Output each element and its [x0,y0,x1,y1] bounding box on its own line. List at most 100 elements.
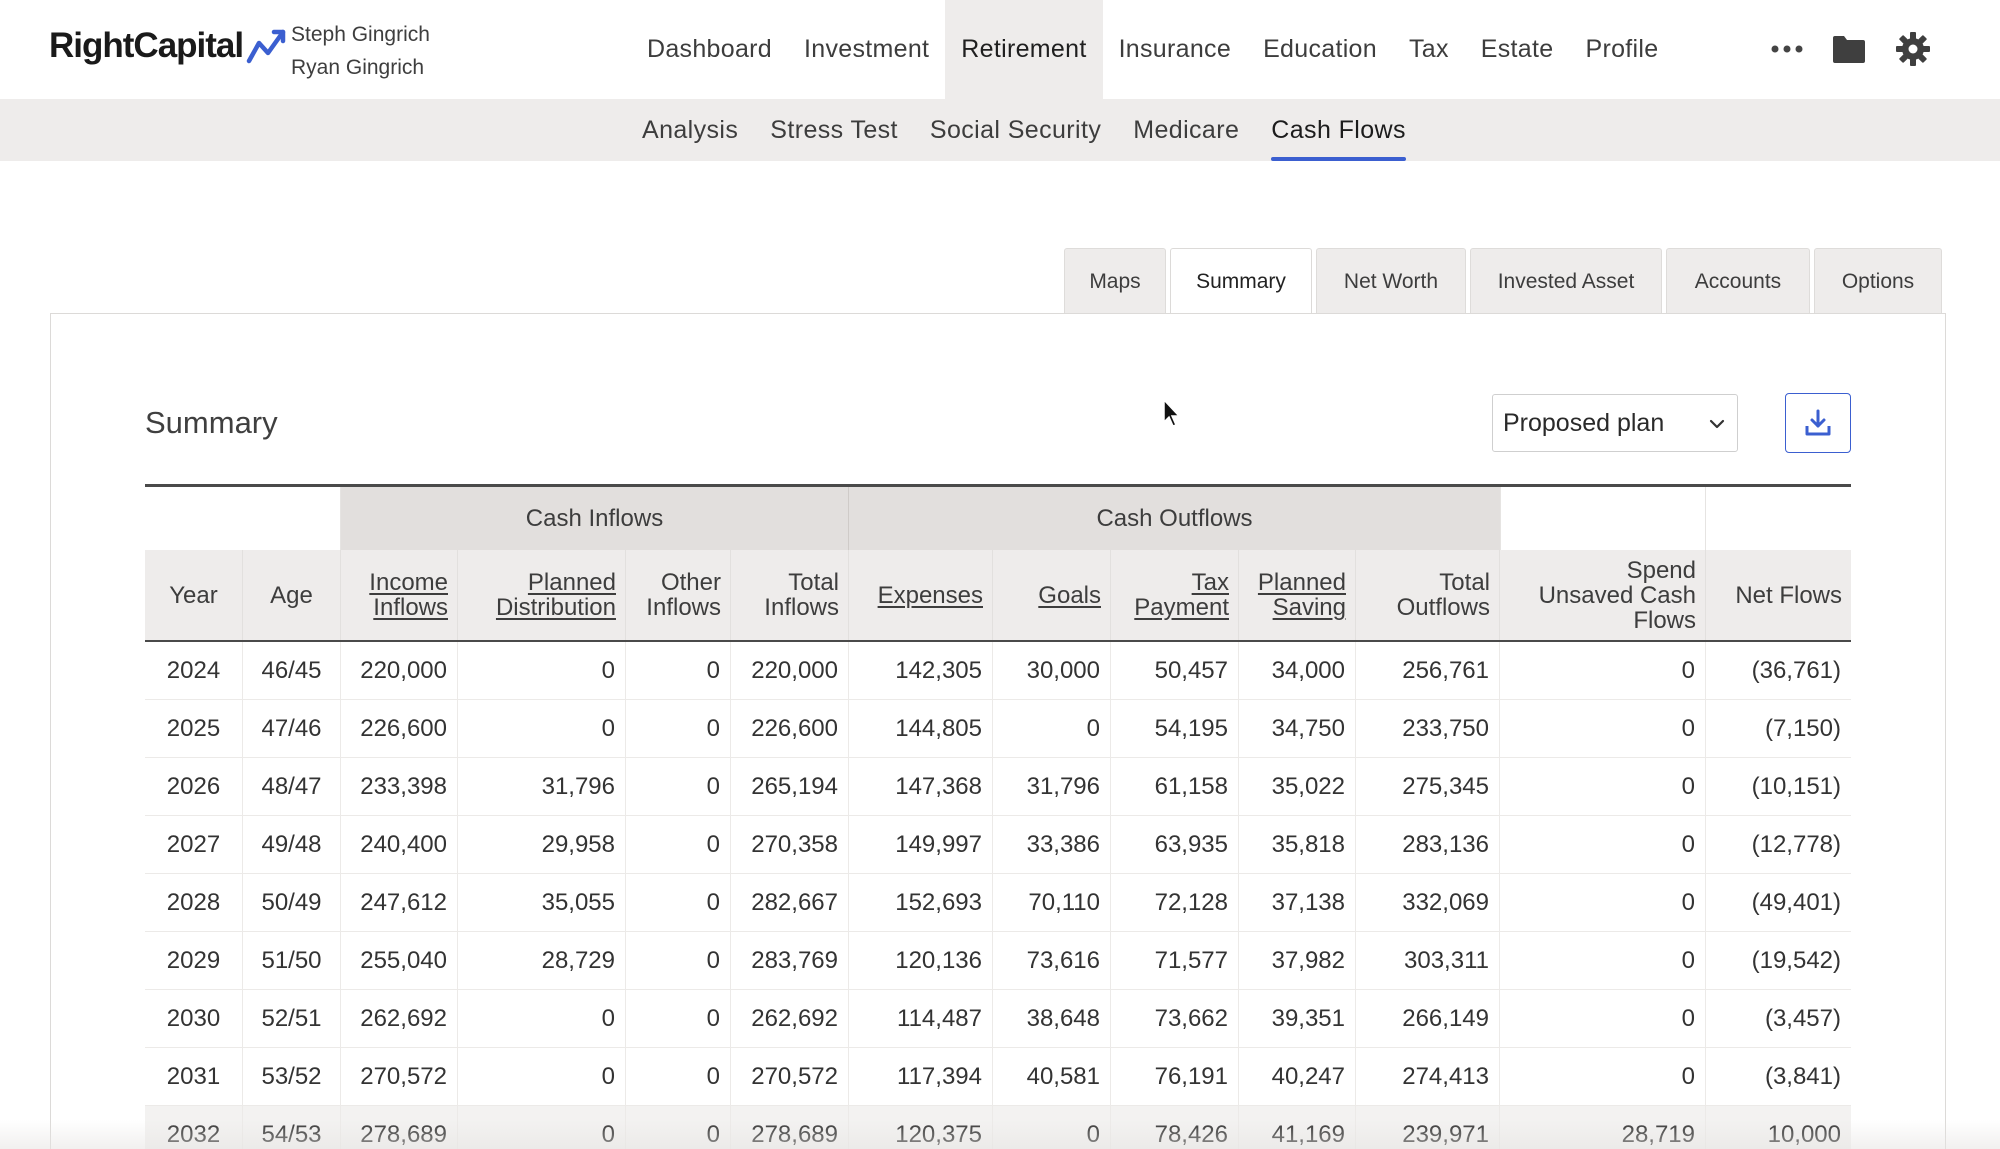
table-cell-expenses: 120,136 [849,932,993,989]
table-cell-planned-saving: 34,750 [1239,700,1356,757]
table-body: 2024 46/45 220,000 0 0 220,000 142,305 30,000 50… [145,642,1851,1149]
table-cell-total-outflows: 256,761 [1356,642,1500,699]
table-cell-income-inflows: 278,689 [341,1106,458,1149]
mouse-cursor-icon [1163,398,1181,427]
column-header-text: Expenses [877,581,983,609]
subnav-cash-flows[interactable]: Cash Flows [1255,99,1422,161]
table-cell-spend-unsaved-cash-flows: 0 [1500,1048,1706,1105]
table-cell-tax-payment: 63,935 [1111,816,1239,873]
table-cell-year: 2027 [145,816,243,873]
tab-options[interactable]: Options [1814,248,1942,314]
nav-profile[interactable]: Profile [1569,0,1674,99]
table-cell-expenses: 142,305 [849,642,993,699]
column-header-income-inflows[interactable]: Income Inflows [341,550,458,640]
table-cell-planned-distribution: 29,958 [458,816,626,873]
column-header-text: Payment [1134,594,1229,621]
column-header-text: Flows [1633,606,1696,634]
cash-flow-summary-table: Cash Inflows Cash Outflows Year Age Income… [145,484,1851,1149]
client-names[interactable]: Steph Gingrich Ryan Gingrich [291,18,430,84]
column-header-total-inflows: Total Inflows [731,550,849,640]
table-cell-other-inflows: 0 [626,642,731,699]
column-header-spend-unsaved-cash-flows: Spend Unsaved Cash Flows [1500,550,1706,640]
tab-summary[interactable]: Summary [1170,248,1312,315]
subnav-medicare[interactable]: Medicare [1117,99,1255,161]
table-row: 2028 50/49 247,612 35,055 0 282,667 152,693 70,… [145,874,1851,932]
sub-navigation-bar: Analysis Stress Test Social Security Med… [0,99,2000,161]
table-row: 2031 53/52 270,572 0 0 270,572 117,394 40,581 76… [145,1048,1851,1106]
column-header-text: Total [788,569,839,596]
column-header-text: Age [270,581,313,609]
table-cell-income-inflows: 233,398 [341,758,458,815]
column-header-text: Net Flows [1735,581,1842,609]
table-cell-year: 2029 [145,932,243,989]
table-row: 2027 49/48 240,400 29,958 0 270,358 149,997 33,… [145,816,1851,874]
nav-retirement[interactable]: Retirement [945,0,1103,99]
column-header-text: Planned [527,569,616,596]
column-header-tax-payment[interactable]: Tax Payment [1111,550,1239,640]
more-dots-icon[interactable] [1768,30,1806,68]
column-header-planned-distribution[interactable]: Planned Distribution [458,550,626,640]
column-header-text: Inflows [373,594,448,621]
plan-select-dropdown[interactable]: Proposed plan [1492,394,1738,452]
tab-accounts[interactable]: Accounts [1666,248,1810,314]
column-header-goals[interactable]: Goals [993,550,1111,640]
table-cell-spend-unsaved-cash-flows: 28,719 [1500,1106,1706,1149]
column-header-text: Planned [1257,569,1346,596]
table-cell-planned-distribution: 0 [458,700,626,757]
table-row: 2026 48/47 233,398 31,796 0 265,194 147,368 31,… [145,758,1851,816]
table-row: 2029 51/50 255,040 28,729 0 283,769 120,136 73,… [145,932,1851,990]
table-cell-income-inflows: 226,600 [341,700,458,757]
column-header-expenses[interactable]: Expenses [849,550,993,640]
client-secondary-name: Ryan Gingrich [291,56,425,79]
table-cell-planned-distribution: 28,729 [458,932,626,989]
column-header-text: Inflows [646,594,721,621]
nav-insurance[interactable]: Insurance [1103,0,1248,99]
table-cell-net-flows: (19,542) [1751,946,1841,974]
download-icon [1805,409,1831,436]
gear-icon[interactable] [1894,30,1932,68]
column-header-text: Year [169,581,218,609]
chevron-down-icon [1709,419,1725,429]
column-header-text: Other [660,569,721,596]
table-cell-expenses: 149,997 [849,816,993,873]
table-cell-goals: 30,000 [993,642,1111,699]
subnav-stress-test[interactable]: Stress Test [754,99,914,161]
table-cell-planned-distribution: 0 [458,990,626,1047]
column-header-planned-saving[interactable]: Planned Saving [1239,550,1356,640]
table-cell-tax-payment: 73,662 [1111,990,1239,1047]
table-cell-planned-saving: 35,818 [1239,816,1356,873]
table-cell-goals: 0 [993,700,1111,757]
table-cell-net-flows: (10,151) [1751,772,1841,800]
column-header-text: Distribution [495,594,616,621]
nav-education[interactable]: Education [1247,0,1393,99]
subnav-social-security[interactable]: Social Security [914,99,1117,161]
table-cell-income-inflows: 220,000 [341,642,458,699]
rightcapital-logo[interactable]: RightCapital [49,26,288,66]
nav-estate[interactable]: Estate [1465,0,1570,99]
table-cell-year: 2031 [145,1048,243,1105]
nav-dashboard[interactable]: Dashboard [634,0,788,99]
download-button[interactable] [1785,393,1851,453]
table-cell-total-outflows: 303,311 [1356,932,1500,989]
nav-icon-group [1768,30,1932,68]
folder-icon[interactable] [1830,30,1868,68]
table-cell-spend-unsaved-cash-flows: 0 [1500,990,1706,1047]
table-row: 2024 46/45 220,000 0 0 220,000 142,305 30,000 50… [145,642,1851,700]
table-cell-income-inflows: 262,692 [341,990,458,1047]
column-header-text: Spend [1626,556,1696,584]
tab-maps[interactable]: Maps [1064,248,1166,314]
table-cell-goals: 33,386 [993,816,1111,873]
nav-investment[interactable]: Investment [788,0,945,99]
tab-invested-asset[interactable]: Invested Asset [1470,248,1662,314]
tab-net-worth[interactable]: Net Worth [1316,248,1466,314]
table-cell-goals: 40,581 [993,1048,1111,1105]
subnav-analysis[interactable]: Analysis [626,99,754,161]
table-cell-spend-unsaved-cash-flows: 0 [1500,874,1706,931]
nav-tax[interactable]: Tax [1393,0,1465,99]
table-cell-net-flows: (3,457) [1764,1004,1841,1032]
table-cell-other-inflows: 0 [626,816,731,873]
table-cell-planned-distribution: 35,055 [458,874,626,931]
table-cell-planned-saving: 40,247 [1239,1048,1356,1105]
column-header-net-flows: Net Flows [1706,550,1851,640]
column-header-year: Year [145,550,243,640]
